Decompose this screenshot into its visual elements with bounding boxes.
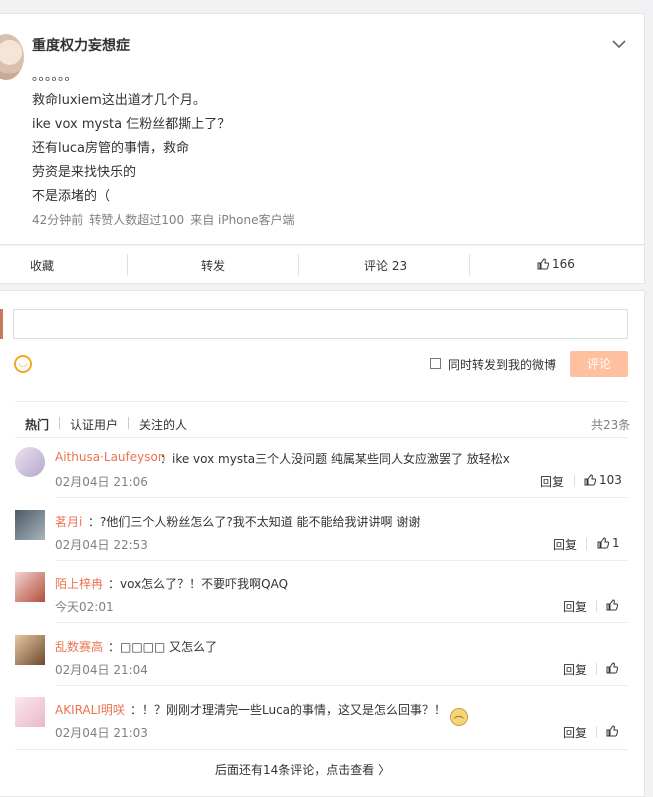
divider — [596, 600, 597, 612]
comment-like-button[interactable] — [606, 724, 621, 738]
comment-author[interactable]: Aithusa·Laufeyson — [55, 450, 165, 464]
author-avatar[interactable] — [0, 34, 24, 80]
comment-button[interactable]: 评论 23 — [364, 257, 407, 274]
collect-button[interactable]: 收藏 — [30, 257, 54, 274]
comment-text: ：□□□□ 又怎么了 — [108, 640, 218, 654]
comment-time: 02月04日 21:06 — [55, 475, 148, 489]
divider — [59, 417, 60, 429]
comment-text: ：！？刚刚才理清完一些Luca的事情，这又是怎么回事？！ ︵ — [130, 701, 468, 726]
divider — [574, 475, 575, 487]
like-count: 166 — [552, 257, 575, 271]
like-count: 103 — [599, 473, 622, 487]
comment-like-button[interactable]: 103 — [584, 473, 622, 487]
divider — [469, 254, 470, 276]
post-text-line: 。。。。。。 — [32, 69, 78, 84]
avatar[interactable] — [15, 572, 45, 602]
thumbs-up-icon — [537, 258, 549, 270]
thumbs-up-icon — [606, 662, 618, 674]
divider — [128, 417, 129, 429]
divider — [55, 497, 628, 498]
author-name[interactable]: 重度权力妄想症 — [32, 35, 130, 55]
comment-total: 共23条 — [591, 418, 631, 432]
post-text-line: ike vox mysta 仨粉丝都撕上了？ — [32, 117, 231, 132]
comment-like-button[interactable] — [606, 661, 621, 675]
comment-text: ：vox怎么了？！不要吓我啊QAQ — [108, 577, 289, 591]
comment-author[interactable]: 陌上梓冉 — [55, 575, 103, 592]
repost-label: 同时转发到我的微博 — [448, 358, 557, 372]
post-card: 重度权力妄想症 。。。。。。 救命luxiem这出道才几个月。 ike vox … — [0, 13, 645, 245]
reply-button[interactable]: 回复 — [540, 473, 564, 490]
avatar[interactable] — [15, 697, 45, 727]
divider — [55, 560, 628, 561]
divider — [55, 622, 628, 623]
thumbs-up-icon — [606, 599, 618, 611]
comment-time: 02月04日 21:03 — [55, 726, 148, 740]
avatar[interactable] — [15, 447, 45, 477]
repost-checkbox[interactable] — [430, 358, 441, 369]
action-bar: 收藏 转发 评论 23 166 — [0, 246, 645, 284]
smiley-icon[interactable]: ◡ — [14, 355, 32, 373]
comment-like-button[interactable]: 1 — [597, 536, 620, 550]
forward-button[interactable]: 转发 — [201, 257, 225, 274]
comment-time: 02月04日 21:04 — [55, 663, 148, 677]
divider — [15, 437, 628, 438]
divider — [596, 726, 597, 738]
tab-hot[interactable]: 热门 — [25, 416, 49, 433]
divider — [586, 538, 587, 550]
divider — [596, 663, 597, 675]
reply-button[interactable]: 回复 — [563, 598, 587, 615]
post-repost-info: 转赞人数超过100 — [89, 213, 185, 227]
avatar[interactable] — [15, 635, 45, 665]
comment-input[interactable] — [13, 309, 628, 339]
comment-time: 今天02:01 — [55, 600, 114, 614]
worried-emoji-icon: ︵ — [449, 708, 468, 726]
post-meta: 42分钟前 转赞人数超过100 来自 iPhone客户端 — [32, 211, 301, 228]
tab-verified[interactable]: 认证用户 — [70, 416, 118, 433]
comments-panel: ◡ 同时转发到我的微博 评论 热门 认证用户 关注的人 共23条 Aithusa… — [0, 290, 645, 797]
more-comments-link[interactable]: 后面还有14条评论，点击查看 〉 — [215, 761, 390, 778]
post-text-line: 救命luxiem这出道才几个月。 — [32, 93, 206, 108]
current-user-avatar — [0, 309, 3, 339]
divider — [298, 254, 299, 276]
reply-button[interactable]: 回复 — [553, 536, 577, 553]
post-text-line: 还有luca房管的事情，救命 — [32, 141, 189, 156]
tab-following[interactable]: 关注的人 — [139, 416, 187, 433]
comment-author[interactable]: AKIRALI明咲 — [55, 701, 125, 718]
thumbs-up-icon — [606, 725, 618, 737]
post-text-line: 不是添堵的（ — [32, 189, 111, 204]
submit-comment-button[interactable]: 评论 — [570, 351, 628, 377]
comment-like-button[interactable] — [606, 598, 621, 612]
thumbs-up-icon — [597, 537, 609, 549]
divider — [127, 254, 128, 276]
comment-text-content: ：！？刚刚才理清完一些Luca的事情，这又是怎么回事？！ — [130, 703, 447, 717]
thumbs-up-icon — [584, 474, 596, 486]
comment-author[interactable]: 乱数赛高 — [55, 638, 103, 655]
reply-button[interactable]: 回复 — [563, 661, 587, 678]
post-text-line: 劳资是来找快乐的 — [32, 165, 137, 180]
comment-author[interactable]: 茗月i — [55, 513, 82, 530]
comment-text: ：?他们三个人粉丝怎么了?我不太知道 能不能给我讲讲啊 谢谢 — [88, 515, 421, 529]
post-time[interactable]: 42分钟前 — [32, 213, 83, 227]
like-button[interactable]: 166 — [537, 257, 575, 271]
comment-time: 02月04日 22:53 — [55, 538, 148, 552]
like-count: 1 — [612, 536, 620, 550]
divider — [15, 749, 628, 750]
divider — [55, 685, 628, 686]
chevron-down-icon[interactable] — [612, 37, 626, 53]
post-source[interactable]: 来自 iPhone客户端 — [190, 213, 294, 227]
comment-text: ：ike vox mysta三个人没问题 纯属某些同人女应激罢了 放轻松x — [160, 452, 510, 466]
divider — [15, 401, 628, 402]
reply-button[interactable]: 回复 — [563, 724, 587, 741]
avatar[interactable] — [15, 510, 45, 540]
